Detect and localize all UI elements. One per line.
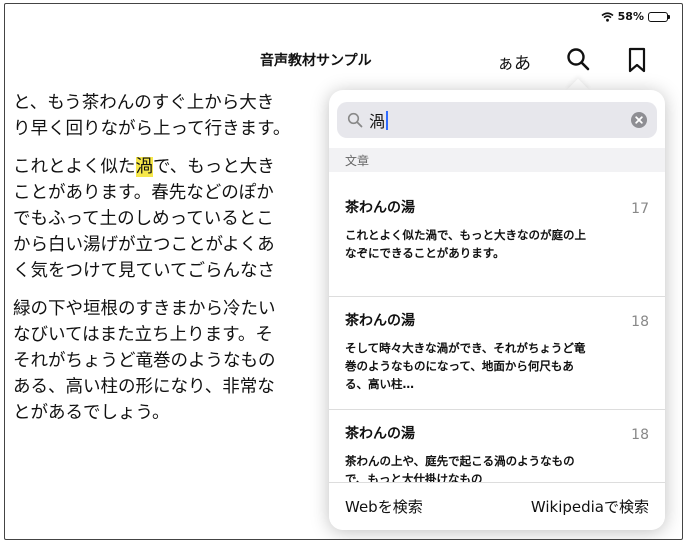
section-header: 文章 bbox=[329, 148, 665, 172]
reader-line: それがちょうど竜巻のようなもの bbox=[13, 351, 276, 371]
search-icon[interactable] bbox=[565, 46, 591, 72]
highlighted-word[interactable]: 渦 bbox=[135, 157, 153, 177]
list-item[interactable]: 茶わんの湯 17 これとよく似た渦で、もっと大きなのが庭の上なぞにできることがあ… bbox=[329, 184, 665, 297]
search-query: 渦 bbox=[369, 112, 386, 131]
reader-line: ことがあります。春先などのぽか bbox=[13, 183, 274, 203]
result-page: 17 bbox=[631, 201, 649, 217]
search-icon bbox=[347, 112, 363, 128]
reader-text: と、もう茶わんのすぐ上から大き り早く回りながら上って行きます。 これとよく似た… bbox=[13, 90, 333, 426]
reader-line: これとよく似た渦で、もっと大き bbox=[13, 154, 333, 180]
reader-line: り早く回りながら上って行きます。 bbox=[13, 119, 291, 139]
results-list: 茶わんの湯 17 これとよく似た渦で、もっと大きなのが庭の上なぞにできることがあ… bbox=[329, 184, 665, 523]
reader-line: く気をつけて見ていてごらんなさ bbox=[13, 261, 275, 281]
reader-line: でもふって土のしめっているとこ bbox=[13, 209, 274, 229]
reader-line: 緑の下や垣根のすきまから冷たい bbox=[13, 299, 276, 319]
reader-line-part: で、もっと大き bbox=[153, 157, 275, 177]
search-input[interactable]: 渦 bbox=[337, 102, 657, 138]
result-title: 茶わんの湯 bbox=[345, 200, 415, 216]
bookmark-icon[interactable] bbox=[627, 47, 647, 73]
screen-frame: 58% 音声教材サンプル ぁあ と、もう茶わんのすぐ上から大き り早く回りながら… bbox=[4, 3, 683, 540]
list-item[interactable]: 茶わんの湯 18 そして時々大きな渦ができ、それがちょうど竜巻のようなものになっ… bbox=[329, 297, 665, 410]
reader-line-part: これとよく似た bbox=[13, 157, 136, 177]
result-page: 18 bbox=[631, 314, 649, 330]
battery-percent: 58% bbox=[617, 10, 644, 23]
clear-icon[interactable] bbox=[631, 112, 647, 128]
search-wikipedia-button[interactable]: Wikipediaで検索 bbox=[531, 496, 649, 517]
reader-line: なびいてはまた立ち上ります。そ bbox=[13, 325, 273, 345]
font-settings-button[interactable]: ぁあ bbox=[497, 49, 531, 74]
reader-line: と、もう茶わんのすぐ上から大き bbox=[13, 93, 275, 113]
search-popover: 渦 文章 茶わんの湯 17 これとよく似た渦で、もっと大きなのが庭の上なぞにでき… bbox=[329, 90, 665, 530]
result-page: 18 bbox=[631, 427, 649, 443]
reader-line: とがあるでしょう。 bbox=[13, 403, 170, 423]
status-bar: 58% bbox=[601, 10, 670, 23]
result-title: 茶わんの湯 bbox=[345, 426, 415, 442]
result-title: 茶わんの湯 bbox=[345, 313, 415, 329]
battery-icon bbox=[648, 11, 670, 22]
book-title: 音声教材サンプル bbox=[260, 53, 372, 69]
text-cursor bbox=[386, 110, 389, 130]
reader-line: ある、高い柱の形になり、非常な bbox=[13, 377, 275, 397]
reader-line: から白い湯げが立つことがよくあ bbox=[13, 235, 275, 255]
result-snippet: そして時々大きな渦ができ、それがちょうど竜巻のようなものになって、地面から何尺も… bbox=[345, 341, 586, 391]
wifi-icon bbox=[601, 11, 614, 22]
search-web-button[interactable]: Webを検索 bbox=[345, 496, 423, 517]
popover-footer: Webを検索 Wikipediaで検索 bbox=[329, 482, 665, 530]
result-snippet: これとよく似た渦で、もっと大きなのが庭の上なぞにできることがあります。 bbox=[345, 228, 587, 260]
